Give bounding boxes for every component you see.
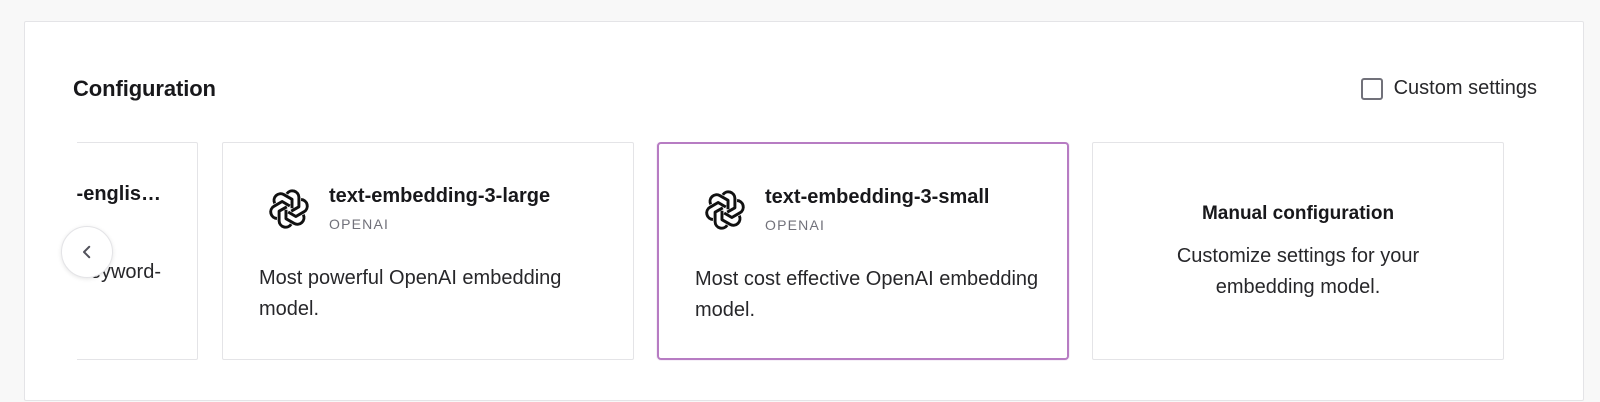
model-card-manual-configuration[interactable]: Manual configuration Customize settings …	[1092, 142, 1504, 360]
model-card-provider: OPENAI	[329, 216, 390, 232]
custom-settings-checkbox[interactable]	[1360, 77, 1383, 100]
custom-settings-label: Custom settings	[1393, 77, 1537, 99]
model-card-description: Most powerful OpenAI embedding model.	[259, 267, 562, 320]
model-carousel: -englis… eyword- text-embedding-3-large	[77, 142, 1537, 402]
configuration-panel: Configuration Custom settings -englis… e…	[24, 21, 1584, 401]
manual-config-description: Customize settings for your embedding mo…	[1176, 245, 1420, 298]
manual-config-title: Manual configuration	[1201, 203, 1395, 224]
carousel-prev-button[interactable]	[61, 226, 113, 278]
openai-logo-icon	[705, 190, 745, 230]
custom-settings-toggle[interactable]: Custom settings	[1360, 77, 1537, 100]
model-card-name: text-embedding-3-small	[765, 186, 990, 208]
model-card-name: -englis…	[77, 183, 161, 205]
model-card-provider: OPENAI	[765, 217, 826, 233]
chevron-left-icon	[83, 245, 91, 259]
section-title: Configuration	[73, 76, 216, 101]
model-card-text-embedding-3-large[interactable]: text-embedding-3-large OPENAI Most power…	[222, 142, 634, 360]
model-card-name: text-embedding-3-large	[329, 185, 551, 207]
openai-logo-icon	[269, 189, 309, 229]
model-card-text-embedding-3-small[interactable]: text-embedding-3-small OPENAI Most cost …	[657, 142, 1069, 360]
model-card-description: Most cost effective OpenAI embedding mod…	[695, 268, 1039, 321]
